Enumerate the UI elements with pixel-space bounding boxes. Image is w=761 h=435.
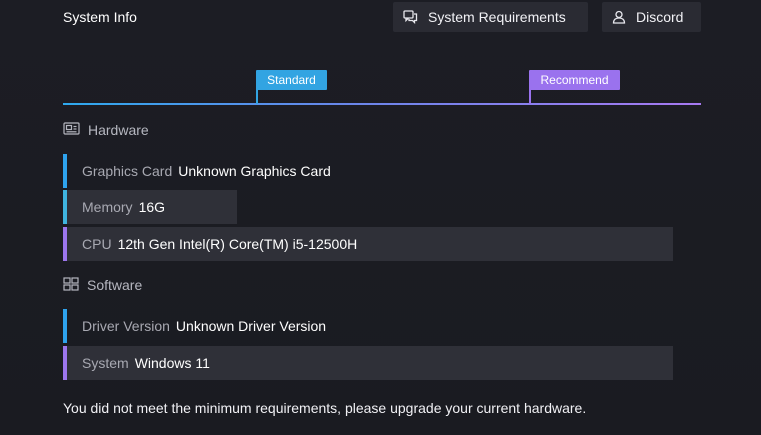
driver-version-label: Driver Version <box>82 318 170 334</box>
graphics-card-label: Graphics Card <box>82 163 173 179</box>
page-title: System Info <box>63 9 137 25</box>
software-section-heading: Software <box>63 276 142 294</box>
memory-label: Memory <box>82 199 133 215</box>
recommend-marker-stem <box>529 89 531 104</box>
row-accent <box>63 227 67 261</box>
hardware-heading-label: Hardware <box>88 122 149 138</box>
requirement-scale-bar <box>63 103 701 105</box>
cpu-value: 12th Gen Intel(R) Core(TM) i5-12500H <box>117 236 358 252</box>
system-requirements-button[interactable]: System Requirements <box>393 2 588 32</box>
system-label: System <box>82 355 129 371</box>
requirements-notice: You did not meet the minimum requirement… <box>63 400 587 416</box>
chat-bubbles-icon <box>403 10 418 24</box>
discord-label: Discord <box>636 9 684 25</box>
software-heading-label: Software <box>87 277 143 293</box>
standard-marker-stem <box>256 89 258 104</box>
cpu-label: CPU <box>82 236 112 252</box>
hardware-card-icon <box>63 122 80 138</box>
standard-tag: Standard <box>256 70 327 90</box>
user-icon <box>612 10 626 24</box>
system-info-panel: System Info System Requirements Discord … <box>0 0 761 435</box>
graphics-card-value: Unknown Graphics Card <box>178 163 331 179</box>
row-accent <box>63 309 67 343</box>
driver-version-value: Unknown Driver Version <box>175 318 327 334</box>
system-row: System Windows 11 <box>63 346 673 380</box>
driver-version-row: Driver Version Unknown Driver Version <box>63 309 403 343</box>
row-accent <box>63 154 67 188</box>
recommend-tag: Recommend <box>529 70 620 90</box>
system-value: Windows 11 <box>134 355 210 371</box>
row-accent <box>63 190 67 224</box>
system-requirements-label: System Requirements <box>428 9 566 25</box>
memory-value: 16G <box>138 199 166 215</box>
graphics-card-row: Graphics Card Unknown Graphics Card <box>63 154 383 188</box>
discord-button[interactable]: Discord <box>602 2 701 32</box>
windows-grid-icon <box>63 276 79 294</box>
memory-row: Memory 16G <box>63 190 237 224</box>
row-accent <box>63 346 67 380</box>
cpu-row: CPU 12th Gen Intel(R) Core(TM) i5-12500H <box>63 227 673 261</box>
hardware-section-heading: Hardware <box>63 121 149 139</box>
